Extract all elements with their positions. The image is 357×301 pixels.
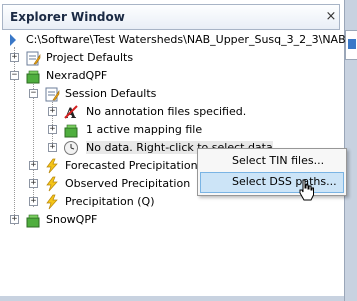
tree-guide [33,81,34,207]
tree-item-label: Forecasted Precipitation [65,159,198,172]
tree-item-label: Session Defaults [65,87,157,100]
close-icon[interactable]: × [323,8,339,24]
context-menu: Select TIN files... Select DSS paths... [197,148,347,196]
hand-cursor-icon [299,179,314,201]
bottom-scrollbar[interactable] [0,296,344,301]
notepad-icon [26,51,41,66]
menu-item-select-tin[interactable]: Select TIN files... [200,151,344,172]
lightning-icon [46,194,58,210]
expand-plus-icon[interactable]: + [10,53,19,62]
root-path-label: C:\Software\Test Watersheds\NAB_Upper_Su… [26,33,357,46]
green-data-icon [26,214,40,228]
tree-item-label: Observed Precipitation [65,177,191,190]
expand-plus-icon[interactable]: + [10,215,19,224]
annotation-off-icon: A [64,105,78,120]
lightning-icon [46,176,58,192]
clock-icon [64,141,78,155]
tab-marker-icon [348,39,356,49]
lightning-icon [46,158,58,174]
window-titlebar: Explorer Window × [2,4,340,30]
chevron-right-icon[interactable] [9,34,17,46]
expand-plus-icon[interactable]: + [48,125,57,134]
tree-item-label: 1 active mapping file [86,123,203,136]
tree-item-label: No annotation files specified. [86,105,247,118]
collapse-minus-icon[interactable]: − [29,89,38,98]
tree-item-label: Precipitation (Q) [65,195,155,208]
tree-item-label: Project Defaults [46,51,134,64]
tree-item-label: NexradQPF [46,69,108,82]
expand-plus-icon[interactable]: + [29,197,38,206]
notepad-icon [45,87,60,102]
expand-plus-icon[interactable]: + [48,107,57,116]
green-data-icon [64,124,78,138]
expand-plus-icon[interactable]: + [48,143,57,152]
menu-item-select-dss[interactable]: Select DSS paths... [200,172,344,193]
right-dock-tab[interactable] [345,30,357,60]
collapse-minus-icon[interactable]: − [10,71,19,80]
expand-plus-icon[interactable]: + [29,179,38,188]
green-data-icon [26,70,40,84]
window-title: Explorer Window [10,10,125,24]
tree-item-label: SnowQPF [46,213,98,226]
expand-plus-icon[interactable]: + [29,161,38,170]
